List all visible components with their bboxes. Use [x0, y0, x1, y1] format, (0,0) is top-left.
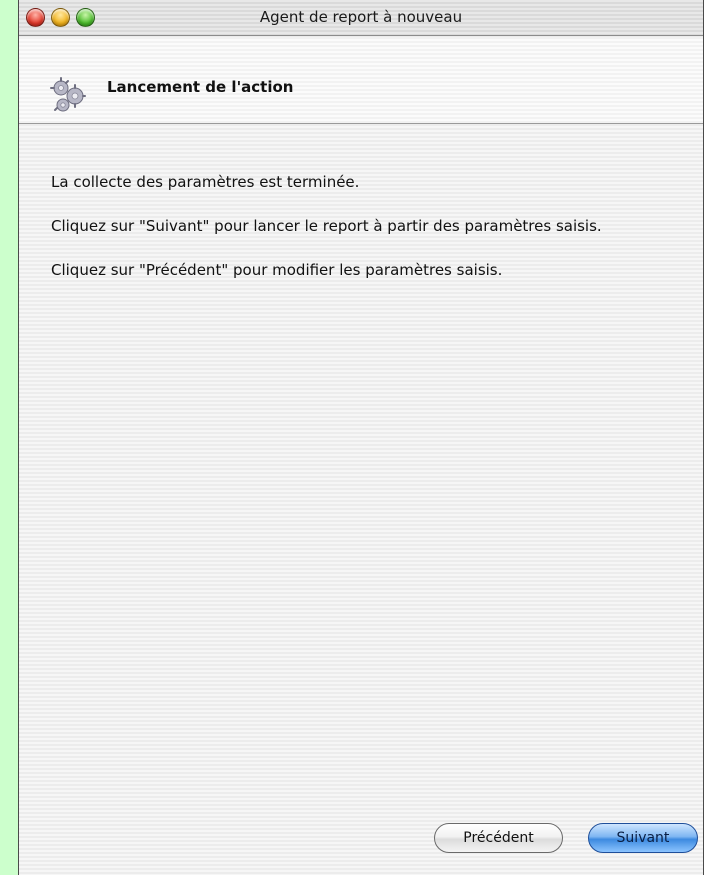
- message-area: La collecte des paramètres est terminée.…: [51, 171, 699, 303]
- assistant-window: Agent de report à nouveau Lancement de l…: [18, 0, 704, 875]
- previous-button[interactable]: Précédent: [434, 823, 563, 853]
- step-title: Lancement de l'action: [107, 78, 294, 96]
- title-bar[interactable]: Agent de report à nouveau: [19, 0, 703, 36]
- message-next-instruction: Cliquez sur "Suivant" pour lancer le rep…: [51, 217, 602, 235]
- message-completed: La collecte des paramètres est terminée.: [51, 173, 360, 191]
- message-previous-instruction: Cliquez sur "Précédent" pour modifier le…: [51, 261, 503, 279]
- window-title: Agent de report à nouveau: [259, 8, 463, 26]
- step-header: Lancement de l'action: [19, 37, 703, 124]
- gears-icon: [50, 77, 86, 112]
- next-button[interactable]: Suivant: [588, 823, 698, 853]
